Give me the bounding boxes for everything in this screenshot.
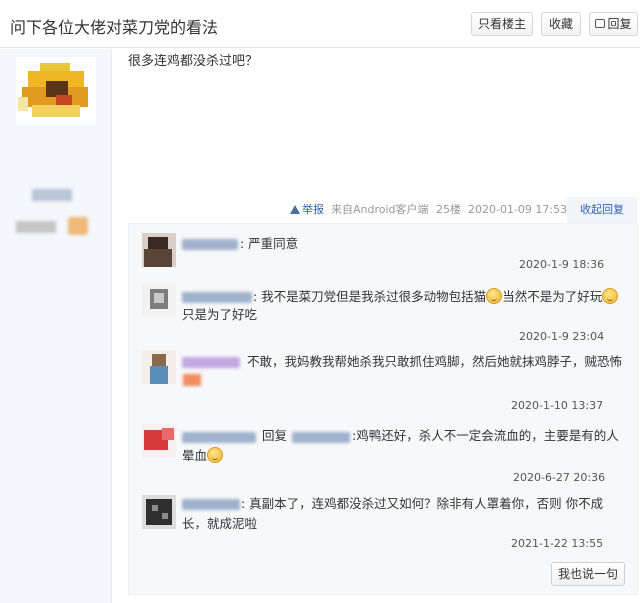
- comment-text-continued: 晕血: [182, 446, 224, 466]
- author-sidebar: [0, 49, 112, 603]
- author-level-badge: [16, 221, 56, 233]
- comment-text-part: 晕血: [182, 448, 208, 463]
- reply-word: 回复: [262, 428, 288, 443]
- comment-text-part: : 我不是菜刀党但是我杀过很多动物包括猫: [253, 289, 487, 304]
- thread-header: 问下各位大佬对菜刀党的看法 只看楼主 收藏 回复: [0, 0, 640, 48]
- comment-text: :鸡鸭还好，杀人不一定会流血的，主要是有的人: [352, 428, 619, 443]
- comment-text: 不敢，我妈教我帮她杀我只敢抓住鸡脚，然后她就抹鸡脖子，贼恐怖: [247, 354, 623, 369]
- report-label: 举报: [302, 203, 324, 216]
- reply-button[interactable]: 回复: [589, 12, 638, 36]
- thread-title: 问下各位大佬对菜刀党的看法: [10, 18, 219, 37]
- comment-time: 2020-6-27 20:36: [513, 471, 606, 484]
- author-username[interactable]: [32, 189, 72, 201]
- post-client: 来自Android客户端: [331, 203, 429, 216]
- comment-time: 2020-1-9 18:36: [519, 258, 605, 271]
- comment-username[interactable]: [182, 292, 252, 303]
- warning-icon: [290, 205, 300, 214]
- comment-username[interactable]: [182, 432, 256, 443]
- reply-icon: [595, 19, 605, 28]
- comment-text: : 我不是菜刀党但是我杀过很多动物包括猫 当然不是为了好玩: [253, 287, 619, 307]
- comment-username[interactable]: [182, 357, 240, 368]
- collapse-replies-button[interactable]: 收起回复: [567, 197, 637, 223]
- post-time: 2020-01-09 17:53: [468, 203, 568, 216]
- comment-username[interactable]: [182, 499, 240, 510]
- comment-time: 2020-1-9 23:04: [519, 330, 605, 343]
- report-link[interactable]: 举报: [290, 201, 324, 219]
- favorite-button[interactable]: 收藏: [541, 12, 581, 36]
- author-avatar[interactable]: [16, 57, 96, 125]
- comment-time: 2020-1-10 13:37: [511, 399, 604, 412]
- comment-avatar[interactable]: [142, 233, 176, 267]
- comment-avatar[interactable]: [142, 350, 176, 384]
- replied-username[interactable]: [292, 432, 350, 443]
- comment-username[interactable]: [182, 239, 238, 250]
- smile-emoji-icon: [602, 288, 619, 304]
- comment-text: : 严重同意: [240, 236, 299, 251]
- smile-emoji-icon: [486, 288, 503, 304]
- comment-avatar[interactable]: [142, 495, 176, 529]
- smile-emoji-icon: [207, 447, 224, 463]
- comment-time: 2021-1-22 13:55: [511, 537, 604, 550]
- reply-button-label: 回复: [607, 17, 632, 31]
- comment-avatar[interactable]: [142, 283, 176, 317]
- comment-avatar[interactable]: [142, 424, 176, 458]
- comment-text-part: 当然不是为了好玩: [502, 289, 603, 304]
- add-comment-button[interactable]: 我也说一句: [551, 562, 625, 586]
- only-op-button[interactable]: 只看楼主: [471, 12, 533, 36]
- comment-badge-icon: [183, 374, 201, 386]
- comment-text: : 真副本了，连鸡都没杀过又如何？除非有人罩着你，否则 你不成: [241, 496, 604, 511]
- post-content: 很多连鸡都没杀过吧？: [128, 54, 259, 69]
- comment-text-continued: 只是为了好吃: [182, 307, 258, 322]
- author-badge-icon: [68, 217, 88, 235]
- comment-text-continued: 长，就成泥啦: [182, 516, 258, 531]
- post-floor: 25楼: [436, 203, 461, 216]
